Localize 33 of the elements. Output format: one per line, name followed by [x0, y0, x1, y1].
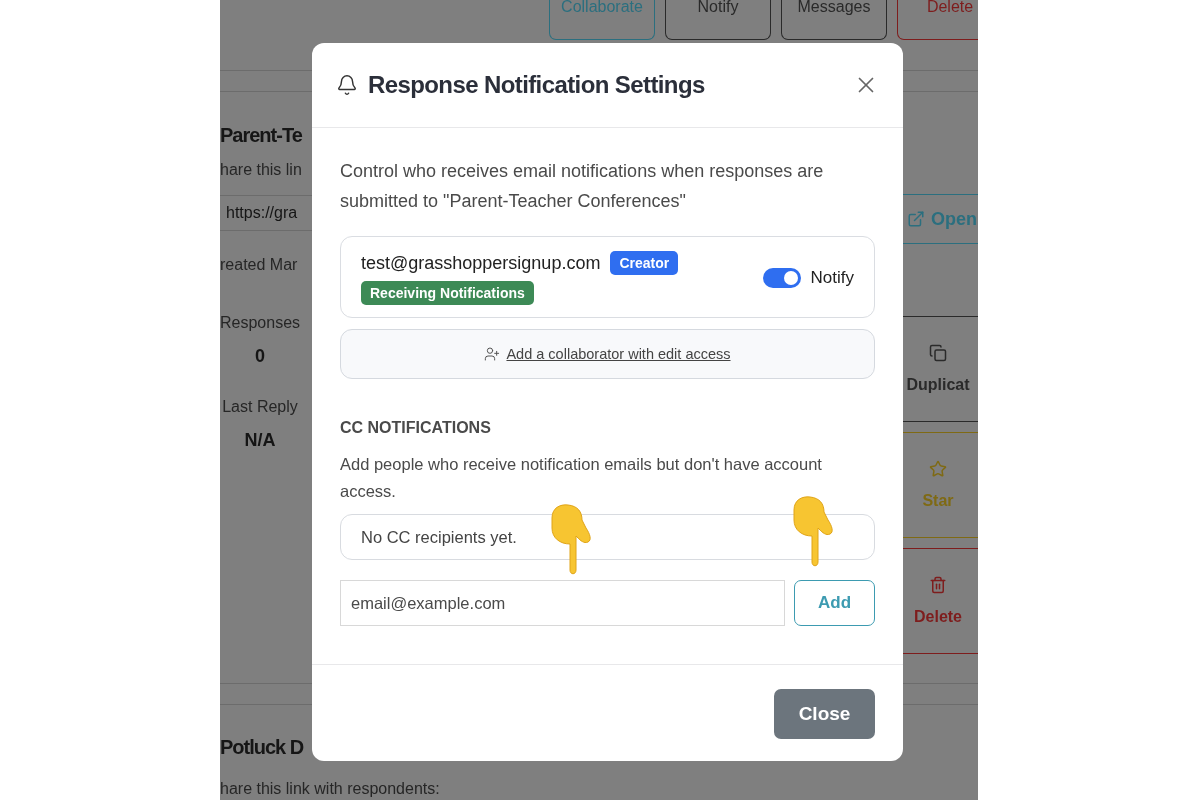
section-heading: CC NOTIFICATIONS: [340, 419, 492, 437]
close-button[interactable]: Close: [774, 689, 875, 739]
notify-label: Notify: [810, 268, 854, 288]
pointing-hand-icon: [548, 504, 594, 576]
email-input[interactable]: email@example.com: [340, 580, 785, 626]
stat-label: Responses: [220, 313, 301, 333]
form-title: Parent-Te: [220, 123, 302, 148]
share-label: hare this link with respondents:: [220, 779, 441, 799]
add-collaborator-link[interactable]: Add a collaborator with edit access: [506, 346, 731, 362]
stat-label: Last Reply: [222, 397, 298, 417]
help-text: Add people who receive notification emails but don't have account access.: [340, 454, 823, 502]
star-icon: [929, 460, 947, 478]
trash-icon: [929, 576, 947, 594]
form-title: Potluck D: [220, 735, 305, 760]
notify-toggle[interactable]: [762, 268, 801, 288]
copy-icon: [929, 344, 947, 362]
stat-value: 0: [255, 345, 265, 367]
empty-message: No CC recipients yet.: [361, 527, 517, 547]
dialog-description: Control who receives email notifications when responses are submitted to "Parent-Teacher Conferences": [340, 160, 825, 213]
share-label: hare this lin: [220, 160, 302, 180]
created-date: reated Mar: [220, 255, 298, 275]
dialog-title: Response Notification Settings: [368, 71, 706, 99]
add-button[interactable]: Add: [794, 580, 875, 626]
bell-icon: [336, 74, 358, 96]
recipient-email: test@grasshoppersignup.com: [361, 252, 601, 274]
status-badge: Receiving Notifications: [361, 281, 534, 305]
toolbar-button[interactable]: Notify: [665, 0, 771, 40]
stat-value: N/A: [244, 429, 276, 451]
role-badge: Creator: [610, 251, 679, 275]
user-plus-icon: [484, 346, 501, 362]
external-link-icon: [907, 210, 925, 228]
toolbar-button[interactable]: Messages: [781, 0, 887, 40]
pointing-hand-icon: [790, 496, 836, 568]
